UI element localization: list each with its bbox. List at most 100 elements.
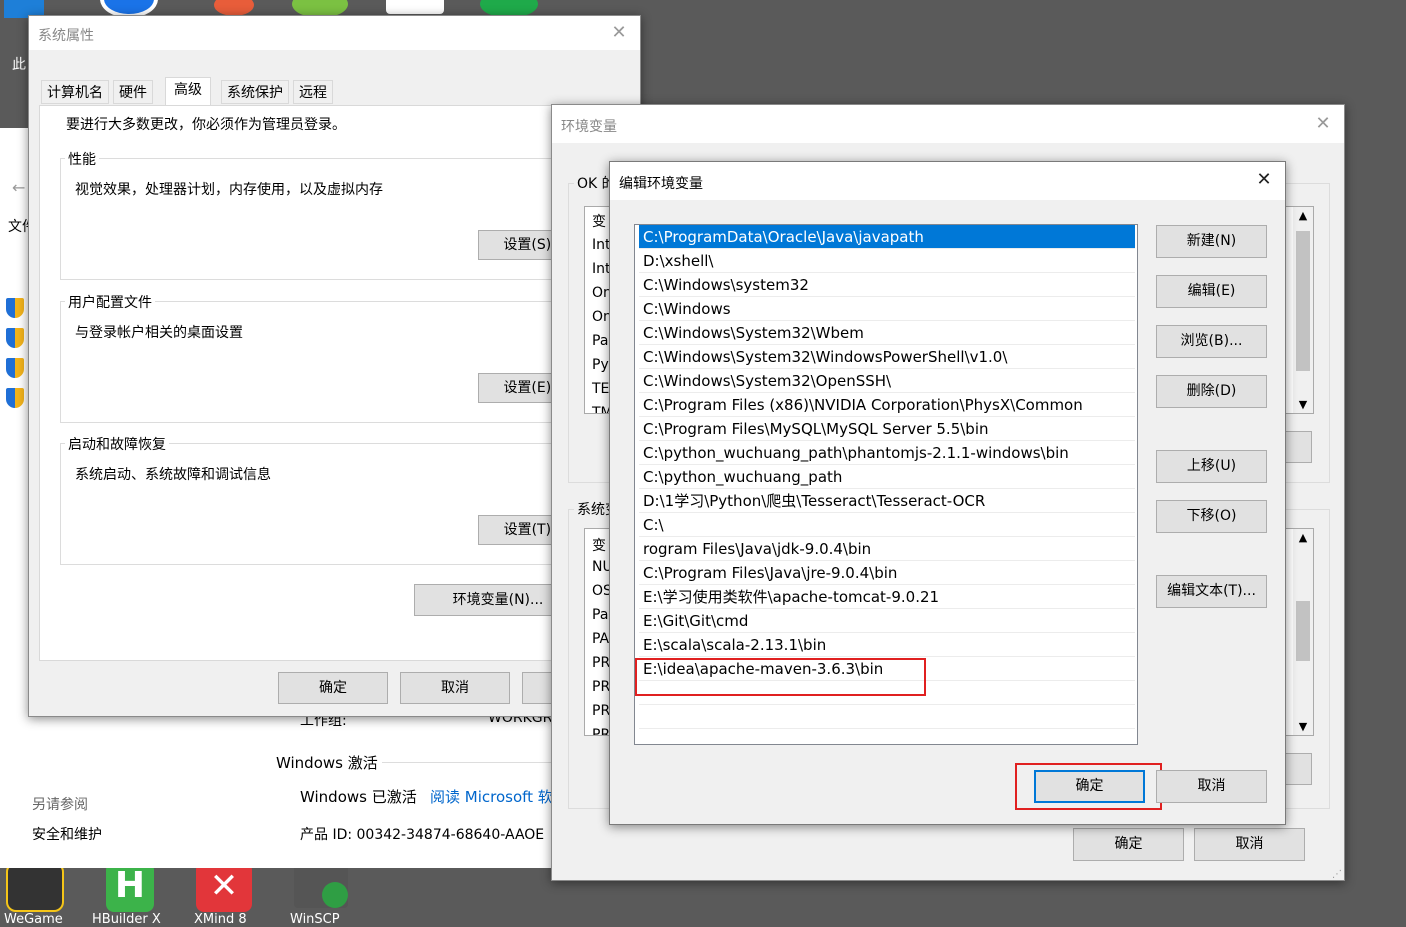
winscp-label: WinSCP <box>290 912 340 927</box>
browse-button[interactable]: 浏览(B)... <box>1156 325 1267 358</box>
path-list-item[interactable]: C:\Windows\System32\OpenSSH\ <box>639 369 1135 393</box>
user-profile-group <box>60 301 622 423</box>
performance-group <box>60 158 622 280</box>
activated-text: Windows 已激活 <box>300 788 417 806</box>
edit-title: 编辑环境变量 <box>619 176 703 192</box>
tab-computer-name[interactable]: 计算机名 <box>41 80 109 104</box>
system-var-row[interactable]: PR <box>592 703 610 719</box>
desktop-top-icon-3[interactable] <box>214 0 254 16</box>
startup-recovery-legend: 启动和故障恢复 <box>65 434 169 454</box>
path-list-item[interactable]: C:\Windows\System32\Wbem <box>639 321 1135 345</box>
wegame-icon[interactable] <box>6 862 64 912</box>
edit-env-variable-window: 编辑环境变量 ✕ C:\ProgramData\Oracle\Java\java… <box>609 161 1286 825</box>
hbuilder-icon[interactable]: H <box>106 862 154 912</box>
system-properties-window: 系统属性 ✕ 计算机名 硬件 高级 系统保护 远程 要进行大多数更改，你必须作为… <box>28 15 641 717</box>
xmind-label: XMind 8 <box>194 912 247 927</box>
user-var-row[interactable]: TE <box>592 381 609 397</box>
desktop-left-label: 此 <box>12 57 26 73</box>
security-maintenance-link[interactable]: 安全和维护 <box>32 824 102 844</box>
user-var-row[interactable]: Int <box>592 261 611 277</box>
shield-icon[interactable] <box>6 358 24 378</box>
shield-icon[interactable] <box>6 388 24 408</box>
path-list-item[interactable]: C:\ <box>639 513 1135 537</box>
tab-system-protection[interactable]: 系统保护 <box>221 80 289 104</box>
user-var-row[interactable]: Pa <box>592 333 608 349</box>
path-list-item[interactable]: C:\Windows\system32 <box>639 273 1135 297</box>
system-var-row[interactable]: PR <box>592 655 610 671</box>
shield-icon[interactable] <box>6 328 24 348</box>
shield-icon[interactable] <box>6 298 24 318</box>
path-list-item[interactable]: C:\Windows\System32\WindowsPowerShell\v1… <box>639 345 1135 369</box>
user-var-row[interactable]: Int <box>592 237 611 253</box>
system-properties-titlebar[interactable]: 系统属性 ✕ <box>29 16 640 50</box>
tab-remote[interactable]: 远程 <box>293 80 333 104</box>
user-var-row[interactable]: Py <box>592 357 609 373</box>
performance-legend: 性能 <box>65 149 99 169</box>
scroll-thumb[interactable] <box>1296 601 1310 661</box>
path-list-item[interactable]: C:\Windows <box>639 297 1135 321</box>
new-button[interactable]: 新建(N) <box>1156 225 1267 258</box>
chevron-down-icon[interactable]: ▼ <box>1293 720 1313 733</box>
env-ok-button[interactable]: 确定 <box>1073 828 1184 861</box>
chevron-up-icon[interactable]: ▲ <box>1293 531 1313 544</box>
path-list-item[interactable]: E:\Git\Git\cmd <box>639 609 1135 633</box>
env-cancel-button[interactable]: 取消 <box>1194 828 1305 861</box>
edit-cancel-button[interactable]: 取消 <box>1156 770 1267 803</box>
path-list-empty-row[interactable] <box>639 705 1135 729</box>
path-list-item[interactable]: C:\Program Files\Java\jre-9.0.4\bin <box>639 561 1135 585</box>
chevron-down-icon[interactable]: ▼ <box>1293 398 1313 411</box>
move-down-button[interactable]: 下移(O) <box>1156 500 1267 533</box>
path-list-item[interactable]: C:\ProgramData\Oracle\Java\javapath <box>639 225 1135 249</box>
back-arrow-icon[interactable]: ← <box>12 178 25 197</box>
system-var-row[interactable]: PR <box>592 679 610 695</box>
maven-highlight-box <box>635 658 926 696</box>
advanced-tab-panel: 要进行大多数更改，你必须作为管理员登录。 性能 视觉效果，处理器计划，内存使用，… <box>39 105 633 661</box>
path-list-item[interactable]: C:\python_wuchuang_path\phantomjs-2.1.1-… <box>639 441 1135 465</box>
close-icon[interactable]: ✕ <box>604 20 634 46</box>
path-list-item[interactable]: C:\Program Files\MySQL\MySQL Server 5.5\… <box>639 417 1135 441</box>
system-properties-title: 系统属性 <box>38 28 94 44</box>
move-up-button[interactable]: 上移(U) <box>1156 450 1267 483</box>
tab-advanced[interactable]: 高级 <box>165 77 211 106</box>
chevron-up-icon[interactable]: ▲ <box>1293 209 1313 222</box>
system-col-header: 变 <box>592 538 606 554</box>
close-icon[interactable]: ✕ <box>1308 111 1338 137</box>
tab-hardware[interactable]: 硬件 <box>113 80 153 104</box>
system-var-row[interactable]: PR <box>592 727 610 735</box>
resize-grip-icon[interactable]: ⋰ <box>1332 869 1342 880</box>
wegame-label: WeGame <box>4 912 63 927</box>
scroll-thumb[interactable] <box>1296 231 1310 371</box>
xmind-icon[interactable]: ✕ <box>196 862 252 912</box>
activation-header: Windows 激活 <box>276 754 378 772</box>
path-list-item[interactable]: D:\xshell\ <box>639 249 1135 273</box>
env-titlebar[interactable]: 环境变量 ✕ <box>552 105 1344 143</box>
startup-recovery-group <box>60 443 622 565</box>
edit-button[interactable]: 编辑(E) <box>1156 275 1267 308</box>
path-list-item[interactable]: C:\python_wuchuang_path <box>639 465 1135 489</box>
path-list-item[interactable]: rogram Files\Java\jdk-9.0.4\bin <box>639 537 1135 561</box>
system-var-row[interactable]: Pa <box>592 607 608 623</box>
user-col-header: 变 <box>592 214 606 230</box>
path-list-item[interactable]: C:\Program Files (x86)\NVIDIA Corporatio… <box>639 393 1135 417</box>
product-id: 产品 ID: 00342-34874-68640-AAOE <box>300 827 545 843</box>
startup-recovery-desc: 系统启动、系统故障和调试信息 <box>75 467 271 483</box>
winscp-icon[interactable] <box>294 862 348 908</box>
hbuilder-label: HBuilder X <box>92 912 161 927</box>
close-icon[interactable]: ✕ <box>1249 167 1279 193</box>
path-list-item[interactable]: E:\scala\scala-2.13.1\bin <box>639 633 1135 657</box>
admin-note: 要进行大多数更改，你必须作为管理员登录。 <box>66 117 346 133</box>
sysprops-cancel-button[interactable]: 取消 <box>400 672 510 704</box>
read-license-link[interactable]: 阅读 Microsoft 软 <box>430 786 553 807</box>
edit-text-button[interactable]: 编辑文本(T)... <box>1156 575 1267 608</box>
user-profile-desc: 与登录帐户相关的桌面设置 <box>75 325 243 341</box>
path-list-item[interactable]: E:\学习使用类软件\apache-tomcat-9.0.21 <box>639 585 1135 609</box>
edit-titlebar[interactable]: 编辑环境变量 ✕ <box>610 162 1285 200</box>
desktop-top-icon-5[interactable] <box>386 0 444 14</box>
sysprops-ok-button[interactable]: 确定 <box>278 672 388 704</box>
delete-button[interactable]: 删除(D) <box>1156 375 1267 408</box>
system-list-scrollbar[interactable]: ▲ ▼ <box>1293 529 1313 735</box>
see-also-label: 另请参阅 <box>32 797 88 813</box>
system-var-row[interactable]: PA <box>592 631 609 647</box>
path-list-item[interactable]: D:\1学习\Python\爬虫\Tesseract\Tesseract-OCR <box>639 489 1135 513</box>
user-list-scrollbar[interactable]: ▲ ▼ <box>1293 207 1313 413</box>
